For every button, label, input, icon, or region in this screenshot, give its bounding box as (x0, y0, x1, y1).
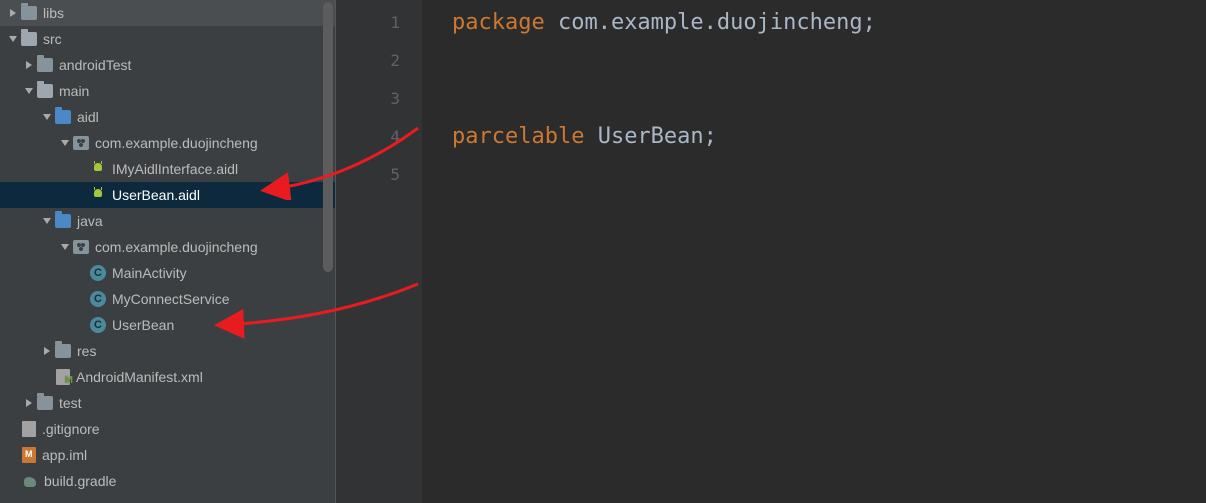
tree-label: MainActivity (112, 265, 187, 281)
tree-label: app.iml (42, 447, 87, 463)
tree-item-java-package[interactable]: com.example.duojincheng (0, 234, 335, 260)
code-line: package com.example.duojincheng; (452, 4, 1206, 42)
code-content[interactable]: package com.example.duojincheng; parcela… (422, 0, 1206, 503)
folder-icon (55, 344, 71, 358)
folder-icon (55, 110, 71, 124)
class-icon: C (90, 317, 106, 333)
chevron-down-icon[interactable] (40, 214, 54, 228)
tree-item-aidl[interactable]: aidl (0, 104, 335, 130)
chevron-down-icon[interactable] (58, 240, 72, 254)
code-line (452, 80, 1206, 118)
tree-label: MyConnectService (112, 291, 230, 307)
package-icon (73, 136, 89, 150)
project-tree-sidebar: libs src androidTest main aidl com.examp… (0, 0, 336, 503)
xml-file-icon (56, 369, 70, 385)
tree-item-libs[interactable]: libs (0, 0, 335, 26)
folder-icon (37, 396, 53, 410)
tree-item-myconnectservice[interactable]: C MyConnectService (0, 286, 335, 312)
tree-label: build.gradle (44, 473, 116, 489)
scrollbar-thumb[interactable] (323, 2, 333, 272)
tree-label: main (59, 83, 89, 99)
android-icon (90, 187, 106, 203)
tree-label: libs (43, 5, 64, 21)
folder-icon (37, 84, 53, 98)
keyword: package (452, 10, 545, 35)
chevron-down-icon[interactable] (40, 110, 54, 124)
tree-item-aidl-package[interactable]: com.example.duojincheng (0, 130, 335, 156)
tree-item-build-gradle[interactable]: build.gradle (0, 468, 335, 494)
tree-label: .gitignore (42, 421, 100, 437)
folder-icon (37, 58, 53, 72)
chevron-right-icon[interactable] (22, 396, 36, 410)
code-line: parcelable UserBean; (452, 118, 1206, 156)
chevron-right-icon[interactable] (40, 344, 54, 358)
line-number: 1 (336, 4, 400, 42)
code-editor[interactable]: 1 2 3 4 5 package com.example.duojinchen… (336, 0, 1206, 503)
chevron-down-icon[interactable] (6, 32, 20, 46)
tree-label: androidTest (59, 57, 131, 73)
file-icon (22, 421, 36, 437)
folder-icon (55, 214, 71, 228)
tree-item-java[interactable]: java (0, 208, 335, 234)
tree-item-mainactivity[interactable]: C MainActivity (0, 260, 335, 286)
tree-label: AndroidManifest.xml (76, 369, 203, 385)
line-number: 5 (336, 156, 400, 194)
tree-item-userbean-aidl[interactable]: UserBean.aidl (0, 182, 335, 208)
line-number: 3 (336, 80, 400, 118)
tree-item-androidtest[interactable]: androidTest (0, 52, 335, 78)
code-line (452, 156, 1206, 194)
tree-label: com.example.duojincheng (95, 239, 258, 255)
chevron-down-icon[interactable] (22, 84, 36, 98)
chevron-down-icon[interactable] (58, 136, 72, 150)
tree-label: IMyAidlInterface.aidl (112, 161, 238, 177)
tree-label: test (59, 395, 82, 411)
android-icon (90, 161, 106, 177)
tree-label: com.example.duojincheng (95, 135, 258, 151)
tree-label: res (77, 343, 96, 359)
tree-label: aidl (77, 109, 99, 125)
tree-item-gitignore[interactable]: .gitignore (0, 416, 335, 442)
package-icon (73, 240, 89, 254)
class-icon: C (90, 291, 106, 307)
tree-item-main[interactable]: main (0, 78, 335, 104)
tree-label: java (77, 213, 103, 229)
gradle-icon (22, 473, 38, 489)
tree-item-userbean-class[interactable]: C UserBean (0, 312, 335, 338)
chevron-right-icon[interactable] (22, 58, 36, 72)
chevron-right-icon[interactable] (6, 6, 20, 20)
code-text: UserBean; (584, 124, 716, 149)
keyword: parcelable (452, 124, 584, 149)
tree-item-app-iml[interactable]: app.iml (0, 442, 335, 468)
tree-item-manifest[interactable]: AndroidManifest.xml (0, 364, 335, 390)
class-icon: C (90, 265, 106, 281)
tree-label: src (43, 31, 62, 47)
tree-item-src[interactable]: src (0, 26, 335, 52)
iml-file-icon (22, 447, 36, 463)
tree-item-test[interactable]: test (0, 390, 335, 416)
folder-icon (21, 32, 37, 46)
tree-label: UserBean.aidl (112, 187, 200, 203)
folder-icon (21, 6, 37, 20)
line-number: 2 (336, 42, 400, 80)
code-text: com.example.duojincheng; (545, 10, 876, 35)
line-number: 4 (336, 118, 400, 156)
line-number-gutter: 1 2 3 4 5 (336, 0, 422, 503)
tree-item-res[interactable]: res (0, 338, 335, 364)
tree-label: UserBean (112, 317, 174, 333)
code-line (452, 42, 1206, 80)
tree-item-imyaidl[interactable]: IMyAidlInterface.aidl (0, 156, 335, 182)
